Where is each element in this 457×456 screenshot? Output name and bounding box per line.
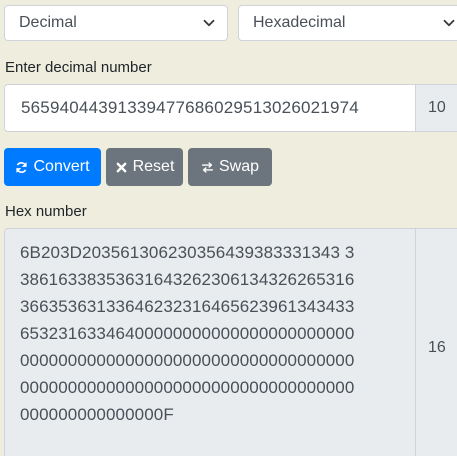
output-line: 000000000000000F — [20, 405, 174, 424]
convert-button[interactable]: Convert — [4, 148, 101, 186]
output-line: 65323163346400000000000000000000000 — [20, 324, 355, 343]
reset-button[interactable]: Reset — [106, 148, 183, 186]
chevron-down-icon — [203, 19, 215, 27]
output-label: Hex number — [5, 203, 87, 220]
output-line: 00000000000000000000000000000000000 — [20, 378, 355, 397]
decimal-input[interactable]: 56594044391339477686029513026021974 — [4, 84, 416, 132]
close-icon — [116, 162, 126, 172]
chevron-down-icon — [443, 19, 455, 27]
output-line: 6B203D203561306230356439383331343 3 — [20, 243, 355, 262]
output-group: 6B203D203561306230356439383331343 3 3861… — [4, 228, 457, 456]
swap-label: Swap — [218, 158, 260, 175]
to-base-selected: Hexadecimal — [253, 14, 346, 31]
reset-label: Reset — [132, 158, 175, 175]
input-base-addon: 10 — [416, 84, 457, 132]
swap-button[interactable]: Swap — [188, 148, 272, 186]
converter-page: Decimal Hexadecimal Enter decimal number… — [0, 0, 457, 456]
hex-output[interactable]: 6B203D203561306230356439383331343 3 3861… — [4, 228, 416, 456]
output-line: 00000000000000000000000000000000000 — [20, 351, 355, 370]
to-base-select[interactable]: Hexadecimal — [238, 5, 457, 41]
from-base-selected: Decimal — [19, 14, 77, 31]
input-group: 56594044391339477686029513026021974 10 — [4, 84, 457, 132]
output-base-addon: 16 — [416, 228, 457, 456]
output-line: 38616338353631643262306134326265316 — [20, 270, 355, 289]
input-label: Enter decimal number — [5, 59, 152, 76]
refresh-icon — [16, 161, 28, 173]
from-base-select[interactable]: Decimal — [4, 5, 228, 41]
swap-icon — [201, 161, 214, 173]
convert-label: Convert — [33, 158, 90, 175]
output-line: 36635363133646232316465623961343433 — [20, 297, 355, 316]
